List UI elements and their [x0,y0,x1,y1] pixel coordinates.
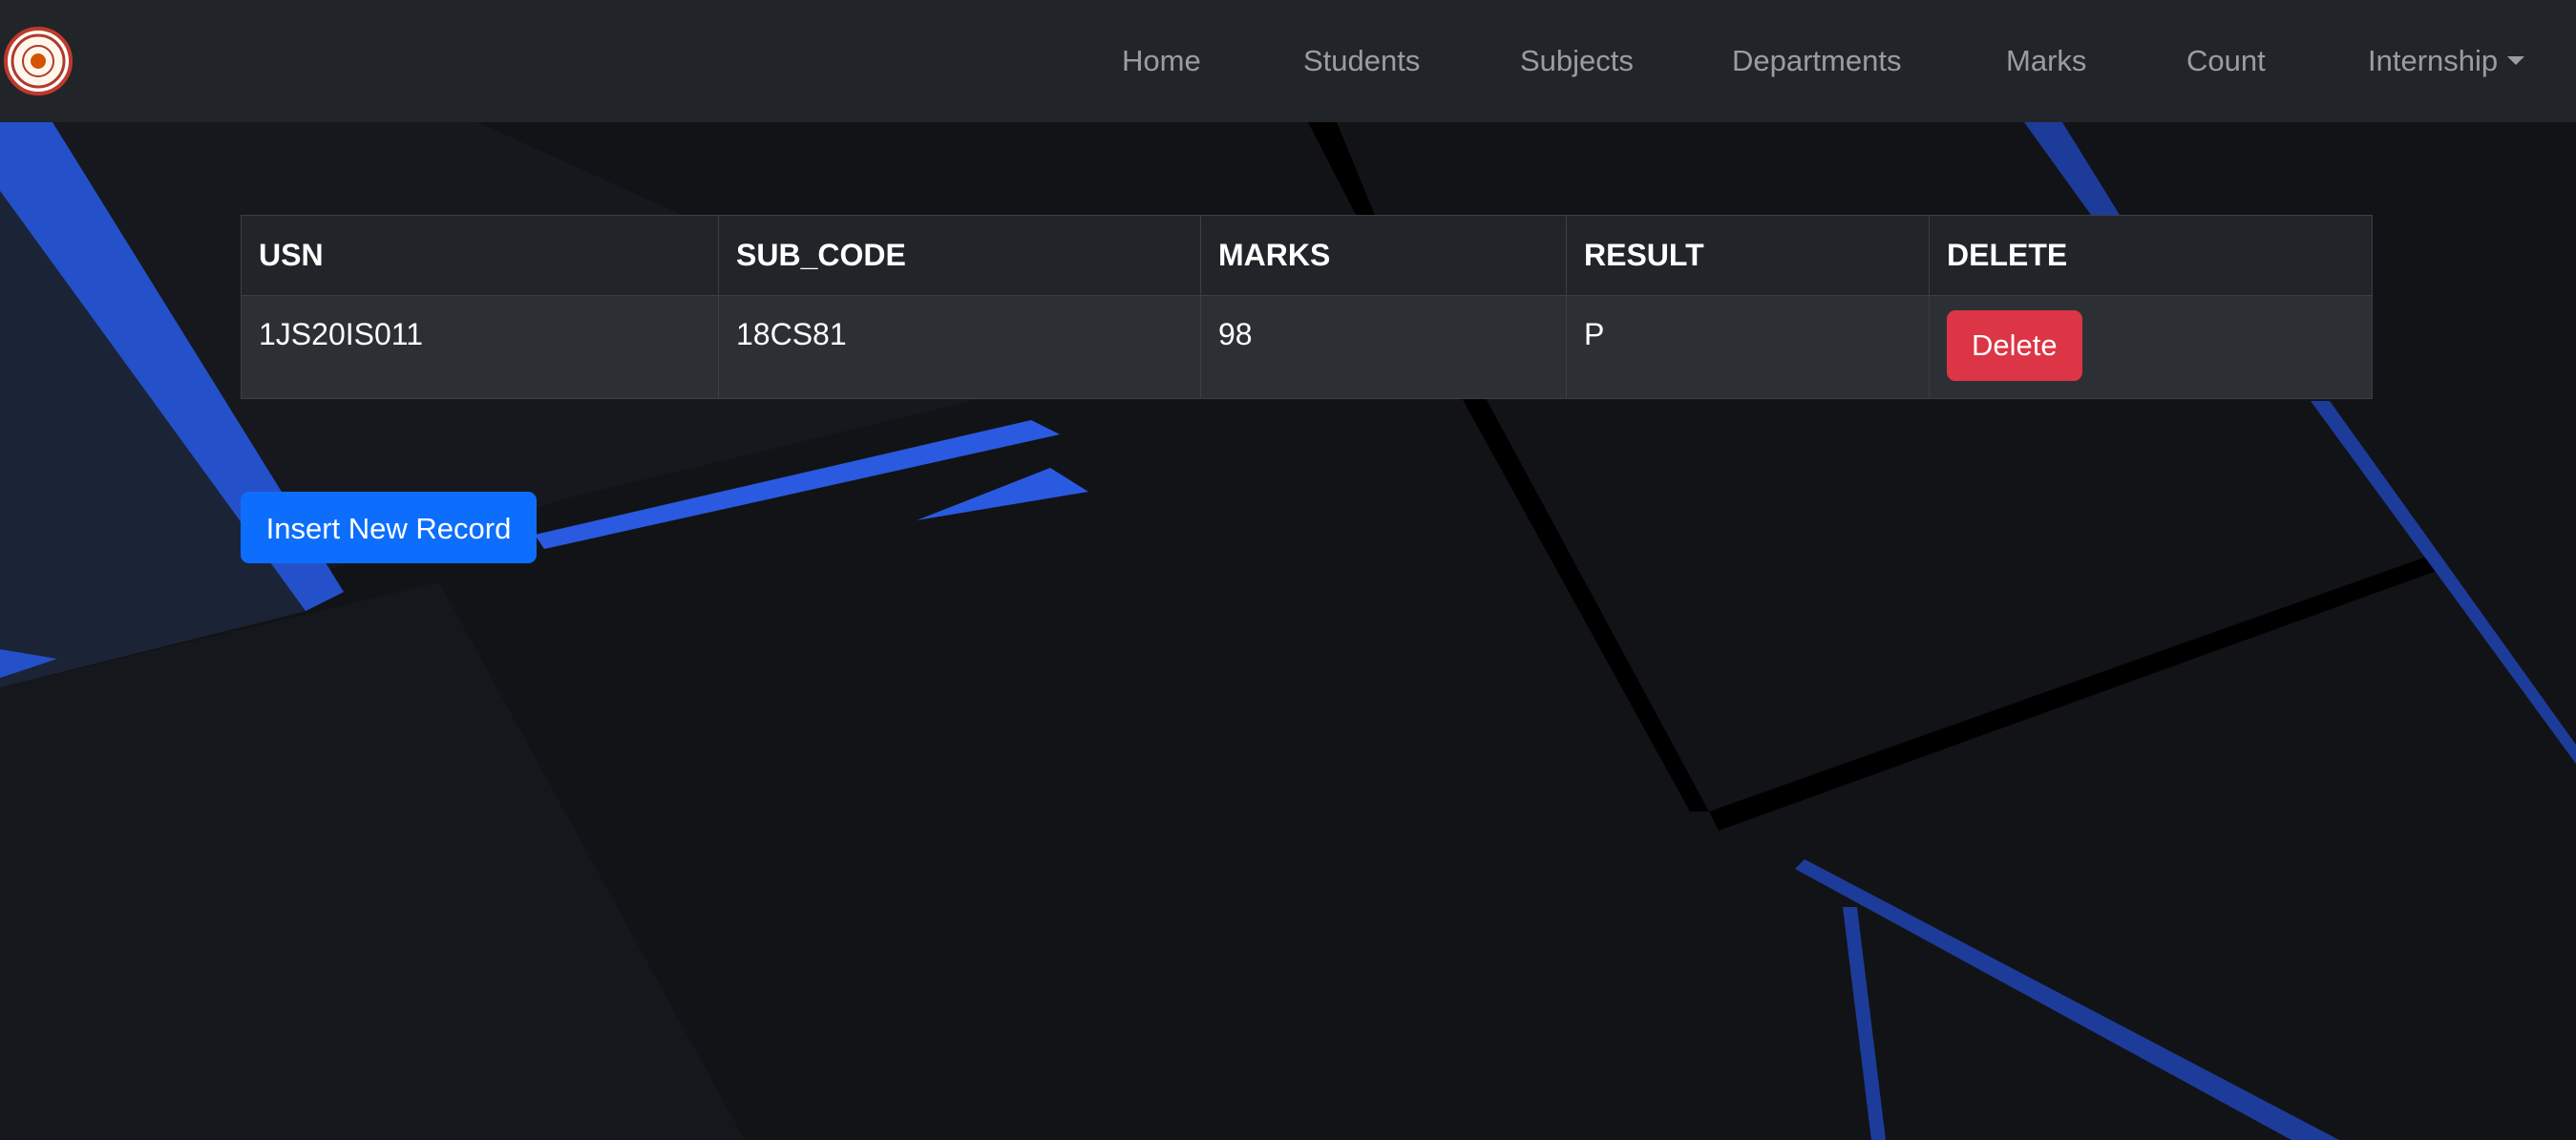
column-header-usn: USN [241,215,719,296]
insert-new-record-button[interactable]: Insert New Record [241,492,537,563]
background-image [0,0,2576,1140]
cell-sub-code: 18CS81 [718,295,1201,399]
table-header-row: USN SUB_CODE MARKS RESULT DELETE [241,215,2373,296]
nav-home[interactable]: Home [1122,38,1201,84]
nav-departments[interactable]: Departments [1732,38,1901,84]
nav-marks[interactable]: Marks [2006,38,2086,84]
table-row: 1JS20IS011 18CS81 98 P Delete [241,295,2373,399]
column-header-delete: DELETE [1929,215,2373,296]
column-header-result: RESULT [1566,215,1930,296]
nav-count[interactable]: Count [2186,38,2266,84]
cell-delete: Delete [1929,295,2373,399]
marks-table: USN SUB_CODE MARKS RESULT DELETE 1JS20IS… [241,215,2373,399]
cell-usn: 1JS20IS011 [241,295,719,399]
column-header-marks: MARKS [1200,215,1567,296]
college-logo[interactable] [4,27,73,95]
chevron-down-icon [2507,56,2525,65]
nav-students[interactable]: Students [1303,38,1420,84]
nav-internship-label: Internship [2368,44,2499,77]
nav-subjects[interactable]: Subjects [1520,38,1634,84]
navbar: Home Students Subjects Departments Marks… [0,0,2576,122]
column-header-sub-code: SUB_CODE [718,215,1201,296]
cell-marks: 98 [1200,295,1567,399]
marks-table-container: USN SUB_CODE MARKS RESULT DELETE 1JS20IS… [241,215,2373,399]
nav-internship-dropdown[interactable]: Internship [2368,38,2525,84]
delete-button[interactable]: Delete [1947,310,2082,381]
cell-result: P [1566,295,1930,399]
